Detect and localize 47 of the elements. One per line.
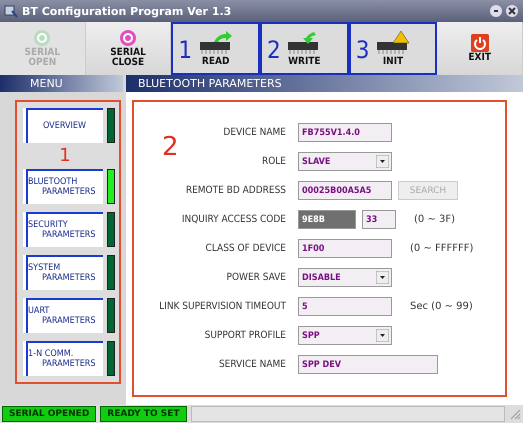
range-hint: (0 ~ FFFFFF) — [410, 243, 474, 254]
input-field[interactable]: FB755V1.4.0 — [298, 123, 392, 142]
dropdown-arrow-icon — [376, 155, 389, 168]
field-label: DEVICE NAME — [222, 127, 287, 138]
field-label: SUPPORT PROFILE — [204, 330, 287, 341]
menu-header: MENU — [0, 75, 123, 92]
dropdown-arrow-icon — [376, 271, 389, 284]
window-title: BT Configuration Program Ver 1.3 — [22, 4, 232, 18]
menu-item[interactable]: SECURITY PARAMETERS — [23, 212, 103, 247]
status-panel: SERIAL OPENED — [2, 406, 96, 422]
field-label: SERVICE NAME — [218, 359, 287, 370]
refresh-icon — [119, 29, 137, 47]
status-panel: READY TO SET — [100, 406, 186, 422]
close-icon[interactable] — [505, 4, 519, 18]
menu-item[interactable]: UART PARAMETERS — [23, 298, 103, 333]
menu-item[interactable]: BLUETOOTH PARAMETERS — [23, 169, 103, 204]
input-field[interactable]: SPP DEV — [298, 355, 438, 374]
write-button[interactable]: 2 WRITE — [260, 22, 349, 75]
input-field[interactable]: 5 — [298, 297, 392, 316]
menu-item[interactable]: OVERVIEW — [23, 108, 103, 143]
resize-grip-icon — [509, 408, 521, 420]
dropdown[interactable]: SLAVE — [298, 152, 392, 171]
dropdown[interactable]: DISABLE — [298, 268, 392, 287]
dropdown-arrow-icon — [376, 329, 389, 342]
range-hint: Sec (0 ~ 99) — [410, 301, 473, 312]
init-button[interactable]: 3 INIT — [348, 22, 438, 75]
minimize-icon[interactable] — [489, 4, 503, 18]
menu-item[interactable]: SYSTEM PARAMETERS — [23, 255, 103, 290]
field-label: CLASS OF DEVICE — [204, 243, 287, 254]
field-label: REMOTE BD ADDRESS — [184, 185, 287, 196]
dropdown[interactable]: SPP — [298, 326, 392, 345]
callout-number: 1 — [59, 147, 72, 165]
field-label: POWER SAVE — [226, 272, 287, 283]
input-field[interactable]: 1F00 — [298, 239, 392, 258]
input-field[interactable]: 33 — [362, 210, 396, 229]
app-icon — [4, 4, 18, 18]
power-icon — [470, 34, 489, 52]
read-button[interactable]: 1 READ — [171, 22, 260, 75]
menu-item[interactable]: 1-N COMM. PARAMETERS — [23, 341, 103, 376]
field-label: LINK SUPERVISION TIMEOUT — [158, 301, 287, 312]
input-field[interactable]: 9E8B — [298, 210, 356, 229]
panel-header: BLUETOOTH PARAMETERS — [126, 75, 523, 92]
range-hint: (0 ~ 3F) — [414, 214, 456, 225]
field-label: INQUIRY ACCESS CODE — [180, 214, 287, 225]
field-label: ROLE — [260, 156, 287, 167]
callout-number: 2 — [162, 132, 179, 162]
refresh-icon — [33, 29, 52, 47]
